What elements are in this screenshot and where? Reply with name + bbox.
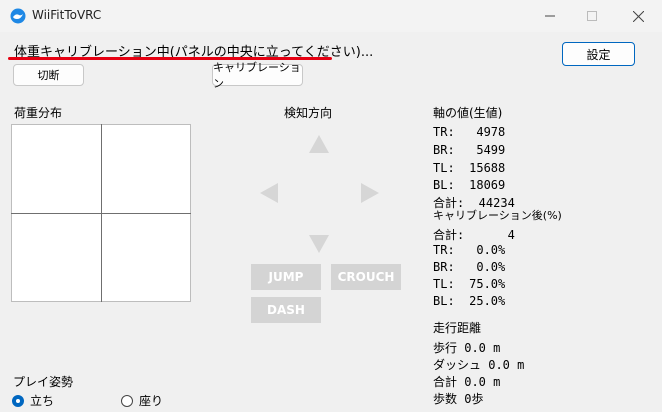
distance-total-value: 合計 0.0 m <box>433 375 501 389</box>
distance-dash-value: ダッシュ 0.0 m <box>433 358 525 372</box>
posture-option-standing[interactable]: 立ち <box>12 392 54 409</box>
dash-indicator: DASH <box>251 297 321 323</box>
axis-values-label: 軸の値(生値) <box>433 106 503 120</box>
arrow-up-icon <box>309 135 329 153</box>
arrow-right-icon <box>361 183 379 203</box>
calibrated-br-value: BR: 0.0% <box>433 260 506 274</box>
distance-label: 走行距離 <box>433 321 482 335</box>
radio-selected-icon[interactable] <box>12 394 24 407</box>
play-posture-label: プレイ姿勢 <box>13 375 74 389</box>
calibrated-tr-value: TR: 0.0% <box>433 243 506 257</box>
axis-bl-value: BL: 18069 <box>433 178 506 192</box>
distance-steps-value: 歩数 0歩 <box>433 392 484 406</box>
settings-button[interactable]: 設定 <box>562 42 635 66</box>
weight-distribution-label: 荷重分布 <box>14 106 63 120</box>
arrow-left-icon <box>260 183 278 203</box>
calibrated-label: キャリブレーション後(%) <box>433 209 562 222</box>
axis-tl-value: TL: 15688 <box>433 161 506 175</box>
arrow-down-icon <box>309 235 329 253</box>
jump-indicator: JUMP <box>251 264 321 290</box>
close-icon[interactable] <box>626 4 650 28</box>
minimize-icon[interactable] <box>538 4 562 28</box>
disconnect-button[interactable]: 切断 <box>13 64 84 86</box>
app-logo-icon <box>10 8 26 24</box>
axis-tr-value: TR: 4978 <box>433 125 506 139</box>
calibrated-tl-value: TL: 75.0% <box>433 277 506 291</box>
posture-option-label: 座り <box>139 394 164 408</box>
calibrated-total-value: 合計: 4 <box>433 228 515 242</box>
crouch-indicator: CROUCH <box>331 264 401 290</box>
maximize-icon[interactable] <box>580 4 604 28</box>
distance-walk-value: 歩行 0.0 m <box>433 341 501 355</box>
window-title: WiiFitToVRC <box>32 8 102 22</box>
radio-unselected-icon[interactable] <box>121 394 133 407</box>
calibrated-bl-value: BL: 25.0% <box>433 294 506 308</box>
posture-option-sitting[interactable]: 座り <box>121 392 163 409</box>
axis-br-value: BR: 5499 <box>433 143 506 157</box>
calibrate-button[interactable]: キャリブレーション <box>212 61 303 90</box>
direction-label: 検知方向 <box>284 106 333 120</box>
weight-grid-horizontal-line <box>11 213 191 214</box>
posture-option-label: 立ち <box>30 394 55 408</box>
